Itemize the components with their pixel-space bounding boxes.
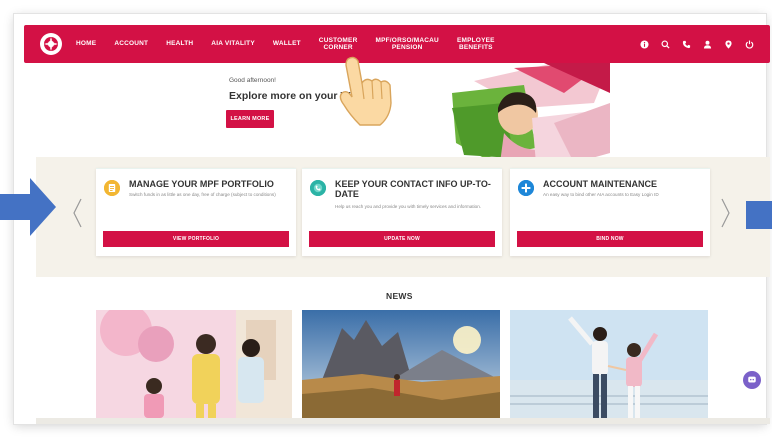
hero-banner-image — [452, 63, 610, 163]
card-title: KEEP YOUR CONTACT INFO UP-TO-DATE — [335, 179, 491, 199]
news-section-title: NEWS — [386, 291, 413, 301]
main-navbar: HOME ACCOUNT HEALTH AIA VITALITY WALLET … — [24, 25, 770, 63]
page-bottom-strip — [36, 418, 770, 424]
hand-cursor-icon — [339, 56, 392, 126]
nav-menu: HOME ACCOUNT HEALTH AIA VITALITY WALLET … — [76, 25, 513, 63]
nav-item-account[interactable]: ACCOUNT — [114, 40, 148, 48]
nav-item-employee-benefits[interactable]: EMPLOYEE BENEFITS — [457, 37, 495, 52]
logo-icon — [44, 37, 58, 51]
nav-item-aia-vitality[interactable]: AIA VITALITY — [211, 40, 255, 48]
nav-item-wallet[interactable]: WALLET — [273, 40, 301, 48]
mountain-photo-image — [302, 310, 500, 418]
card-divider — [302, 168, 502, 169]
bind-now-button[interactable]: BIND NOW — [517, 231, 703, 247]
card-keep-contact-info: KEEP YOUR CONTACT INFO UP-TO-DATE Help u… — [302, 168, 502, 256]
couple-photo-image — [510, 310, 708, 418]
location-icon[interactable] — [724, 40, 733, 49]
carousel-next-chevron-icon[interactable] — [721, 198, 731, 228]
card-description: An easy way to bind other AIA accounts t… — [543, 192, 659, 197]
user-icon[interactable] — [703, 40, 712, 49]
card-account-maintenance: ACCOUNT MAINTENANCE An easy way to bind … — [510, 168, 710, 256]
card-divider — [510, 168, 710, 169]
phone-icon[interactable] — [682, 40, 691, 49]
power-icon[interactable] — [745, 40, 754, 49]
news-item-2-image[interactable] — [302, 310, 500, 418]
chatbot-button[interactable] — [743, 371, 761, 389]
card-description: Help us reach you and provide you with t… — [335, 204, 482, 209]
card-description: Switch funds in as little as one day, fr… — [129, 192, 276, 197]
nav-item-health[interactable]: HEALTH — [166, 40, 193, 48]
annotation-marker — [746, 201, 772, 229]
card-title: MANAGE YOUR MPF PORTFOLIO — [129, 179, 274, 189]
card-divider — [96, 168, 296, 169]
nav-item-home[interactable]: HOME — [76, 40, 96, 48]
aia-logo[interactable] — [40, 33, 62, 55]
info-icon[interactable] — [640, 39, 649, 49]
nav-item-customer-corner[interactable]: CUSTOMER CORNER — [319, 37, 358, 52]
contact-icon — [310, 180, 326, 196]
card-manage-mpf-portfolio: MANAGE YOUR MPF PORTFOLIO Switch funds i… — [96, 168, 296, 256]
nav-utility-icons — [640, 25, 754, 63]
chat-icon — [748, 376, 756, 383]
view-portfolio-button[interactable]: VIEW PORTFOLIO — [103, 231, 289, 247]
search-icon[interactable] — [661, 39, 670, 49]
hero-greeting: Good afternoon! — [229, 77, 276, 84]
portfolio-icon — [104, 180, 120, 196]
nav-item-mpf-orso-macau-pension[interactable]: MPF/ORSO/MACAU PENSION — [375, 37, 438, 52]
update-now-button[interactable]: UPDATE NOW — [309, 231, 495, 247]
plus-icon — [518, 180, 534, 196]
news-item-3-image[interactable] — [510, 310, 708, 418]
family-photo-image — [96, 310, 292, 418]
card-title: ACCOUNT MAINTENANCE — [543, 179, 657, 189]
carousel-prev-chevron-icon[interactable] — [72, 198, 82, 228]
news-item-1-image[interactable] — [96, 310, 292, 418]
learn-more-button[interactable]: LEARN MORE — [226, 110, 274, 128]
annotation-arrow-right-icon — [0, 178, 56, 236]
